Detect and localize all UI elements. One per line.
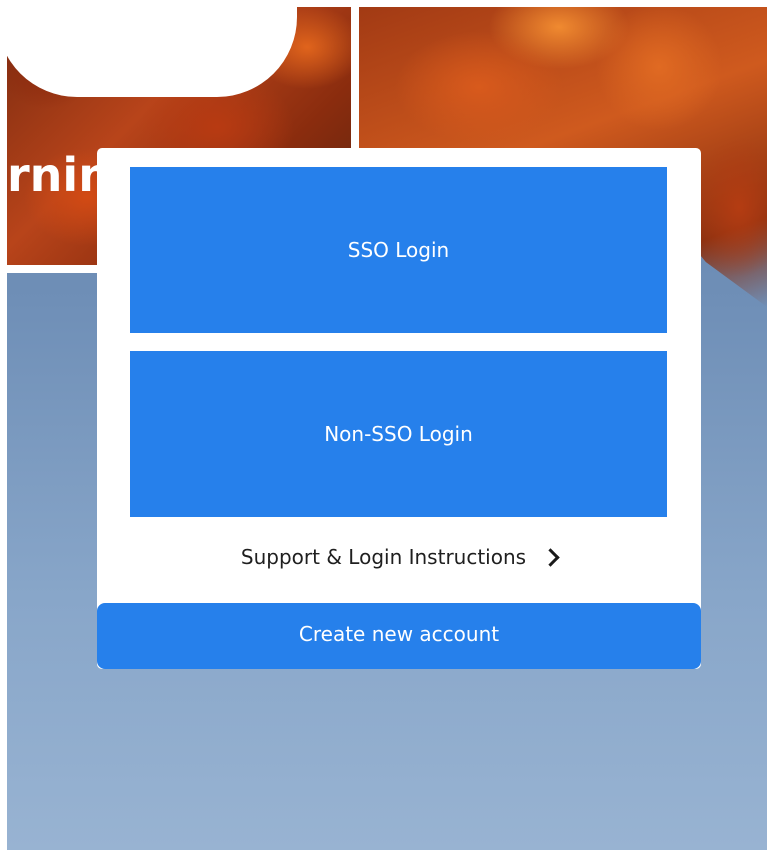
- non-sso-login-label: Non-SSO Login: [324, 422, 473, 446]
- brand-logo-shape: [7, 7, 297, 97]
- non-sso-login-button[interactable]: Non-SSO Login: [130, 351, 667, 517]
- chevron-right-icon: [541, 547, 560, 567]
- sso-login-label: SSO Login: [347, 238, 450, 262]
- support-link-label: Support & Login Instructions: [240, 545, 527, 569]
- login-card: SSO Login Non-SSO Login Support & Login …: [97, 148, 701, 669]
- create-account-button[interactable]: Create new account: [97, 603, 701, 669]
- login-page: rnin SSO Login Non-SSO Login Support & L…: [7, 7, 767, 850]
- support-login-instructions-link[interactable]: Support & Login Instructions: [97, 545, 701, 569]
- brand-text: rnin: [7, 148, 111, 202]
- sso-login-button[interactable]: SSO Login: [130, 167, 667, 333]
- create-account-label: Create new account: [298, 622, 500, 646]
